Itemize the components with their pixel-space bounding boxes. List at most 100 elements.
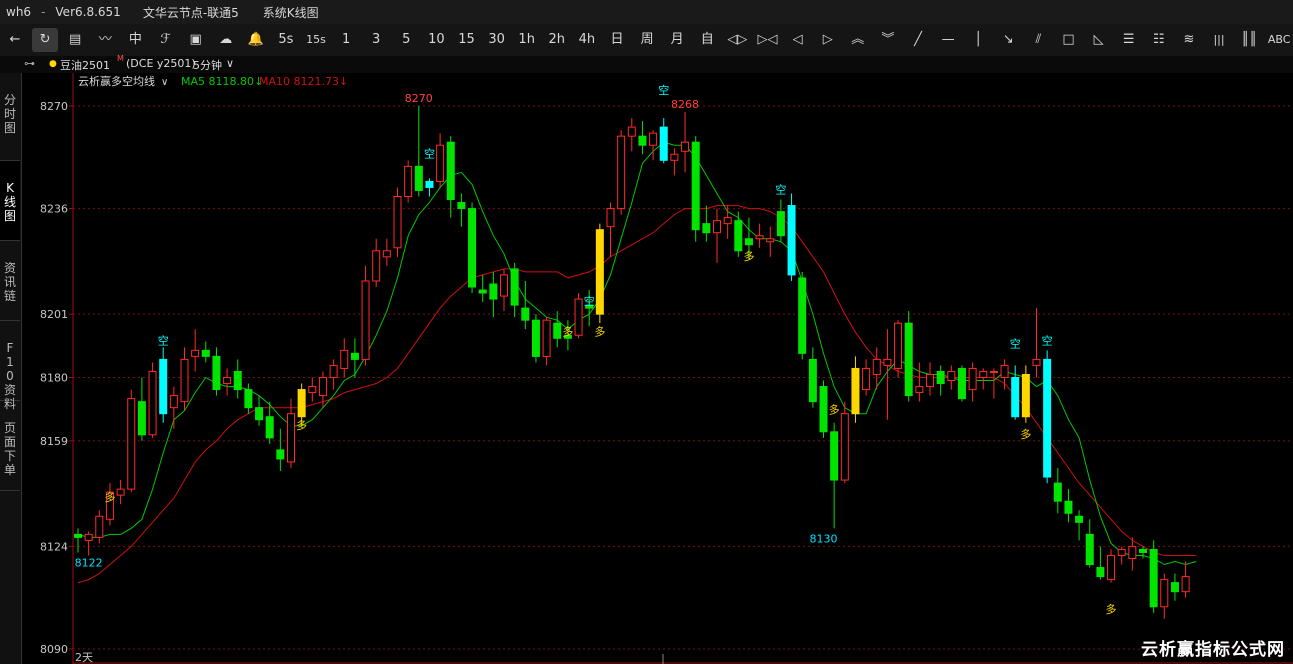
app-name: wh6 xyxy=(6,5,32,19)
tab-kline[interactable]: K线图 xyxy=(0,161,20,241)
period-5s[interactable]: 5s xyxy=(273,28,299,52)
alarm-icon[interactable]: 🔔 xyxy=(243,28,269,52)
period-15m[interactable]: 15 xyxy=(454,28,480,52)
tick-icon[interactable]: ℱ xyxy=(153,28,179,52)
draw-channel-icon[interactable]: ||| xyxy=(1206,28,1232,52)
draw-ray-icon[interactable]: ↘ xyxy=(995,28,1021,52)
draw-gann-icon[interactable]: ☷ xyxy=(1146,28,1172,52)
candle-body xyxy=(787,205,796,276)
draw-triangle-icon[interactable]: ◺ xyxy=(1086,28,1112,52)
tab-news[interactable]: 资讯链 xyxy=(0,241,20,321)
watermark: 云析赢指标公式网 xyxy=(1141,640,1285,660)
legend-ma5: MA5 8118.80↓ xyxy=(181,75,263,88)
period-3m[interactable]: 3 xyxy=(363,28,389,52)
left-arrow-icon[interactable]: ◁ xyxy=(785,28,811,52)
draw-fib-icon[interactable]: ☰ xyxy=(1116,28,1142,52)
tab-f10[interactable]: F10资料 xyxy=(0,321,20,411)
price-annotation: 8130 xyxy=(810,532,838,545)
period-custom[interactable]: 自 xyxy=(694,28,720,52)
short-signal-label: 空 xyxy=(658,83,669,97)
link-icon[interactable]: ⊶ xyxy=(24,57,35,70)
zoom-out-icon[interactable]: ▷◁ xyxy=(755,28,781,52)
candle-body xyxy=(212,355,221,391)
candle-body xyxy=(350,352,359,360)
back-icon[interactable]: ← xyxy=(2,28,28,52)
period-2h[interactable]: 2h xyxy=(544,28,570,52)
candle-body xyxy=(1085,533,1094,566)
candle-body xyxy=(872,358,881,375)
candle-body xyxy=(1053,482,1062,502)
candle-body xyxy=(116,488,125,496)
period-10m[interactable]: 10 xyxy=(423,28,449,52)
draw-hline-icon[interactable]: — xyxy=(935,28,961,52)
long-signal-label: 多 xyxy=(1020,427,1031,441)
y-tick-label: 8159 xyxy=(40,435,68,448)
period-month[interactable]: 月 xyxy=(664,28,690,52)
period-1h[interactable]: 1h xyxy=(514,28,540,52)
period-30m[interactable]: 30 xyxy=(484,28,510,52)
candle-body xyxy=(478,289,487,294)
candle-body xyxy=(468,208,477,288)
draw-line-icon[interactable]: ╱ xyxy=(905,28,931,52)
candle-body xyxy=(979,370,988,379)
indicator-name[interactable]: 云析赢多空均线 xyxy=(78,74,155,88)
kline-chart[interactable]: 82708236820181808159812480902天多空多空多空多空多空… xyxy=(21,73,1293,664)
toolbar: ← ↻ ▤ 〰中 ℱ ▣ ☁ 🔔 5s 15s 1 3 5 10 15 30 1h 2h 4h 日周月自 ◁▷ ▷◁ ◁ ▷ ︽… xyxy=(0,24,1293,57)
cloud-icon[interactable]: ☁ xyxy=(213,28,239,52)
candle-icon[interactable]: 中 xyxy=(122,28,148,52)
server-node: 文华云节点-联通5 xyxy=(142,5,239,20)
right-arrow-icon[interactable]: ▷ xyxy=(815,28,841,52)
candle-body xyxy=(926,373,934,388)
draw-vline-icon[interactable]: │ xyxy=(965,28,991,52)
title-separator: - xyxy=(41,5,46,19)
indicator-dropdown-icon[interactable]: ∨ xyxy=(161,77,168,88)
candle-body xyxy=(851,367,860,415)
quote-table-icon[interactable]: ▤ xyxy=(62,28,88,52)
candle-body xyxy=(436,144,445,182)
board-icon[interactable]: ▣ xyxy=(183,28,209,52)
period-selector[interactable]: 5分钟 xyxy=(193,57,222,73)
tab-timeshare[interactable]: 分时图 xyxy=(0,73,20,161)
draw-fan-icon[interactable]: ≋ xyxy=(1176,28,1202,52)
period-5m[interactable]: 5 xyxy=(393,28,419,52)
period-dropdown-icon[interactable]: ∨ xyxy=(226,57,234,70)
candle-body xyxy=(1107,554,1116,581)
period-15s[interactable]: 15s xyxy=(303,28,329,52)
candle-body xyxy=(265,416,274,439)
draw-parallel-icon[interactable]: ⫽ xyxy=(1025,28,1051,52)
candle-body xyxy=(595,229,604,315)
draw-cycle-icon[interactable]: ║║ xyxy=(1236,28,1262,52)
down-double-icon[interactable]: ︾ xyxy=(875,28,901,52)
candle-body xyxy=(382,250,391,258)
candle-body xyxy=(734,220,743,252)
candle-body xyxy=(148,370,157,436)
period-week[interactable]: 周 xyxy=(634,28,660,52)
candle-body xyxy=(446,141,455,201)
tab-page-down[interactable]: 页面下单 xyxy=(0,401,20,491)
exchange-code: (DCE y2501) xyxy=(126,57,196,70)
candle-body xyxy=(681,141,690,152)
contract-name[interactable]: 豆油2501 xyxy=(60,57,110,73)
long-signal-label: 多 xyxy=(104,490,115,504)
long-signal-label: 多 xyxy=(296,418,307,432)
zoom-in-icon[interactable]: ◁▷ xyxy=(724,28,750,52)
y-tick-label: 8236 xyxy=(40,203,68,216)
up-double-icon[interactable]: ︽ xyxy=(845,28,871,52)
line-chart-icon[interactable]: 〰 xyxy=(92,28,118,52)
candle-body xyxy=(1181,576,1190,593)
text-icon[interactable]: ABC xyxy=(1266,28,1292,52)
candle-body xyxy=(553,322,562,339)
refresh-icon[interactable]: ↻ xyxy=(32,28,59,52)
candle-body xyxy=(500,274,508,297)
draw-rect-icon[interactable]: □ xyxy=(1056,28,1082,52)
price-annotation: 8122 xyxy=(75,556,103,569)
long-signal-label: 多 xyxy=(562,324,573,338)
period-day[interactable]: 日 xyxy=(604,28,630,52)
candle-body xyxy=(425,180,434,188)
period-1m[interactable]: 1 xyxy=(333,28,359,52)
candle-body xyxy=(361,280,370,360)
short-signal-label: 空 xyxy=(158,333,169,347)
period-4h[interactable]: 4h xyxy=(574,28,600,52)
candle-body xyxy=(1032,358,1041,366)
candle-body xyxy=(894,322,903,369)
